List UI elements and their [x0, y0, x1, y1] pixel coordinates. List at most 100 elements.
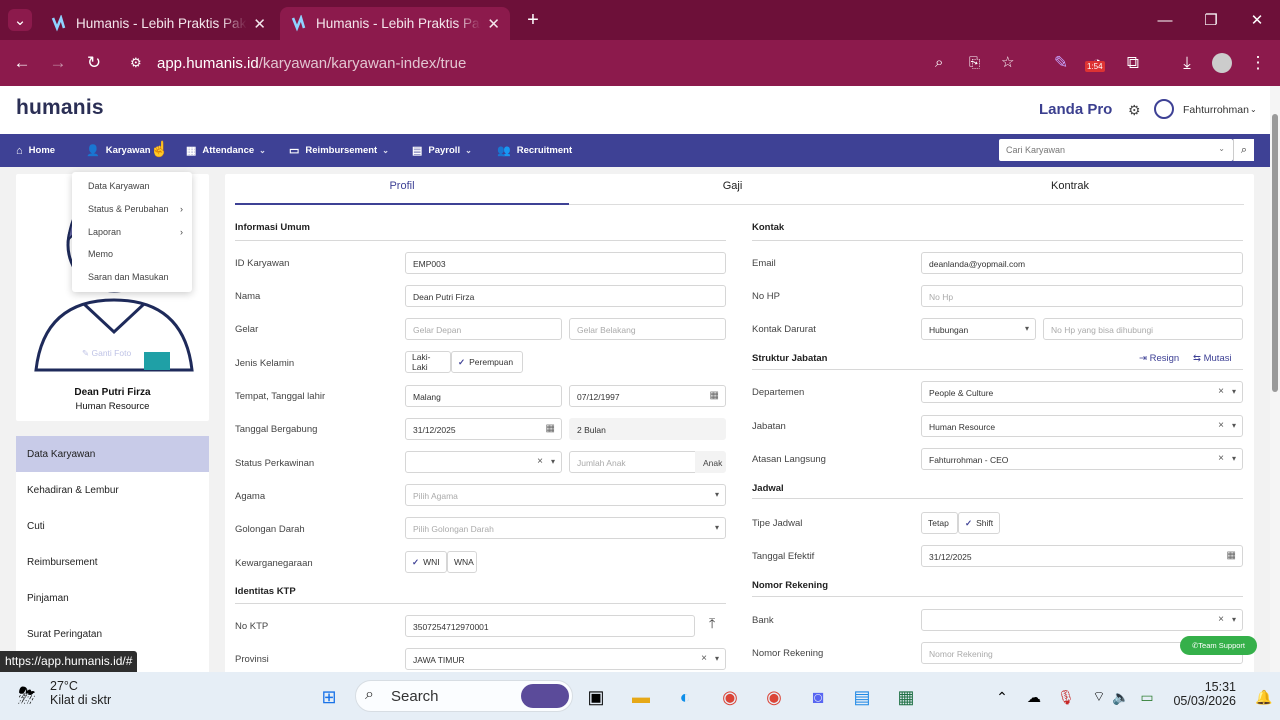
clear-icon[interactable]: × — [1218, 386, 1224, 397]
clear-icon[interactable]: × — [1218, 614, 1224, 625]
install-app-icon[interactable]: ⎘ — [969, 54, 980, 71]
tab-profil[interactable]: Profil — [235, 180, 569, 204]
task-view-icon[interactable]: ▣ — [582, 684, 610, 710]
back-arrow-icon[interactable]: ← — [7, 48, 37, 78]
restore-button[interactable]: ❐ — [1188, 0, 1234, 40]
user-name[interactable]: Fahturrohman — [1183, 104, 1249, 116]
site-info-icon[interactable]: ⚙ — [130, 55, 142, 71]
nav-recruitment[interactable]: 👥 Recruitment — [497, 134, 572, 167]
tanggal-bergabung-input[interactable]: 31/12/2025 ▦ — [405, 418, 562, 440]
minimize-button[interactable]: — — [1142, 0, 1188, 40]
user-avatar-icon[interactable] — [1154, 99, 1174, 119]
tab-humanis-1[interactable]: Humanis - Lebih Praktis Pakai Humanis ✕ — [40, 7, 276, 40]
gender-laki-laki-option[interactable]: Laki-Laki — [405, 351, 451, 373]
bookmark-star-icon[interactable]: ☆ — [1001, 53, 1014, 71]
volume-icon[interactable]: 🔈 — [1107, 684, 1135, 710]
nav-payroll[interactable]: ▤ Payroll ⌄ — [412, 134, 472, 167]
edge-browser-icon[interactable]: ◐ — [671, 684, 699, 710]
team-support-button[interactable]: ✆ Team Support — [1180, 636, 1257, 655]
windows-start-icon[interactable]: ⊞ — [315, 684, 343, 710]
chrome-profile-icon[interactable]: ◉ — [716, 684, 744, 710]
tab-kontrak[interactable]: Kontrak — [896, 180, 1244, 204]
notification-bell-icon[interactable]: 🔔 — [1250, 684, 1278, 710]
sidebar-item-data-karyawan[interactable]: Data Karyawan — [16, 436, 209, 472]
resign-button[interactable]: ⇥ Resign — [1139, 353, 1179, 364]
bank-select[interactable]: × ▾ — [921, 609, 1243, 631]
tempat-lahir-input[interactable]: Malang — [405, 385, 562, 407]
battery-icon[interactable]: ▭ — [1133, 684, 1161, 710]
sidebar-item-reimbursement[interactable]: Reimbursement — [16, 544, 209, 580]
page-scrollbar[interactable] — [1270, 86, 1280, 672]
nav-reimbursement[interactable]: ▭ Reimbursement ⌄ — [289, 134, 389, 167]
nav-home[interactable]: ⌂ Home — [16, 134, 55, 167]
agama-select[interactable]: Pilih Agama ▾ — [405, 484, 726, 506]
tab-search-button[interactable]: ⌄ — [0, 0, 40, 40]
sidebar-item-kehadiran[interactable]: Kehadiran & Lembur — [16, 472, 209, 508]
file-explorer-icon[interactable]: ▬ — [627, 684, 655, 710]
browser-menu-icon[interactable]: ⋮ — [1243, 48, 1273, 78]
taskbar-clock[interactable]: 15:31 05/03/2026 — [1170, 680, 1236, 708]
clear-icon[interactable]: × — [1218, 453, 1224, 464]
status-perkawinan-select[interactable]: × ▾ — [405, 451, 562, 473]
change-photo-button[interactable]: ✎ Ganti Foto — [82, 348, 131, 359]
menu-item-status-perubahan[interactable]: Status & Perubahan › — [88, 204, 184, 214]
reload-icon[interactable]: ↻ — [79, 48, 109, 78]
no-hp-input[interactable]: No Hp — [921, 285, 1243, 307]
gender-perempuan-option[interactable]: ✓ Perempuan — [451, 351, 523, 373]
sidebar-item-surat-peringatan[interactable]: Surat Peringatan — [16, 616, 209, 652]
excel-icon[interactable]: ▦ — [892, 684, 920, 710]
id-karyawan-input[interactable]: EMP003 — [405, 252, 726, 274]
provinsi-select[interactable]: JAWA TIMUR × ▾ — [405, 648, 726, 670]
jabatan-select[interactable]: Human Resource × ▾ — [921, 415, 1243, 437]
timer-extension-icon[interactable]: 1:54◔ — [1082, 48, 1112, 78]
nav-karyawan[interactable]: 👤 Karyawan — [86, 134, 151, 167]
close-tab-icon[interactable]: ✕ — [487, 15, 500, 33]
scrollbar-thumb[interactable] — [1272, 114, 1278, 392]
menu-item-laporan[interactable]: Laporan › — [88, 227, 184, 237]
jadwal-shift-option[interactable]: ✓ Shift — [958, 512, 1000, 534]
address-bar[interactable]: ⚙ app.humanis.id/karyawan/karyawan-index… — [120, 48, 1046, 79]
notepad-icon[interactable]: ▤ — [848, 684, 876, 710]
show-hidden-icons-icon[interactable]: ⌃ — [988, 684, 1016, 710]
profile-avatar[interactable] — [1207, 48, 1237, 78]
menu-item-saran-masukan[interactable]: Saran dan Masukan — [88, 272, 169, 282]
upload-icon[interactable]: ⤒ — [709, 615, 715, 632]
extensions-puzzle-icon[interactable]: ⧉ — [1118, 48, 1148, 78]
sidebar-item-pinjaman[interactable]: Pinjaman — [16, 580, 209, 616]
clear-icon[interactable]: × — [701, 653, 707, 664]
email-input[interactable]: deanlanda@yopmail.com — [921, 252, 1243, 274]
chevron-down-icon[interactable]: ⌄ — [1250, 105, 1257, 114]
weather-widget[interactable]: 27°C Kilat di sktr — [50, 679, 111, 707]
tanggal-efektif-input[interactable]: 31/12/2025 ▦ — [921, 545, 1243, 567]
employee-search-input[interactable]: Cari Karyawan ⌄ — [999, 139, 1233, 161]
menu-item-data-karyawan[interactable]: Data Karyawan — [88, 181, 150, 191]
onedrive-icon[interactable]: ☁ — [1020, 684, 1048, 710]
settings-gear-icon[interactable]: ⚙ — [1128, 102, 1141, 119]
tab-gaji[interactable]: Gaji — [569, 180, 896, 204]
jadwal-tetap-option[interactable]: Tetap — [921, 512, 958, 534]
taskbar-search[interactable]: ⌕ Search — [355, 680, 573, 712]
mutasi-button[interactable]: ⇆ Mutasi — [1193, 353, 1232, 364]
wni-option[interactable]: ✓ WNI — [405, 551, 447, 573]
jumlah-anak-input[interactable]: Jumlah Anak — [569, 451, 696, 473]
microphone-icon[interactable]: 🎙 — [1052, 684, 1080, 710]
close-window-button[interactable]: ✕ — [1234, 0, 1280, 40]
tanggal-lahir-input[interactable]: 07/12/1997 ▦ — [569, 385, 726, 407]
tab-humanis-2[interactable]: Humanis - Lebih Praktis Pakai Humanis ✕ — [280, 7, 510, 40]
kontak-darurat-input[interactable]: No Hp yang bisa dihubungi — [1043, 318, 1243, 340]
forward-arrow-icon[interactable]: → — [43, 48, 73, 78]
atasan-select[interactable]: Fahturrohman - CEO × ▾ — [921, 448, 1243, 470]
departemen-select[interactable]: People & Culture × ▾ — [921, 381, 1243, 403]
nav-attendance[interactable]: ▦ Attendance ⌄ — [186, 134, 266, 167]
new-tab-button[interactable]: + — [510, 0, 556, 40]
humanis-logo[interactable]: humanis — [16, 96, 104, 120]
nama-input[interactable]: Dean Putri Firza — [405, 285, 726, 307]
zoom-icon[interactable]: ⌕ — [935, 54, 943, 71]
gelar-depan-input[interactable]: Gelar Depan — [405, 318, 562, 340]
chrome-browser-icon[interactable]: ◉ — [760, 684, 788, 710]
hubungan-select[interactable]: Hubungan ▾ — [921, 318, 1036, 340]
no-ktp-input[interactable]: 3507254712970001 — [405, 615, 695, 637]
download-icon[interactable]: ⤓ — [1172, 48, 1202, 78]
feather-extension-icon[interactable]: ✎ — [1046, 48, 1076, 78]
gelar-belakang-input[interactable]: Gelar Belakang — [569, 318, 726, 340]
